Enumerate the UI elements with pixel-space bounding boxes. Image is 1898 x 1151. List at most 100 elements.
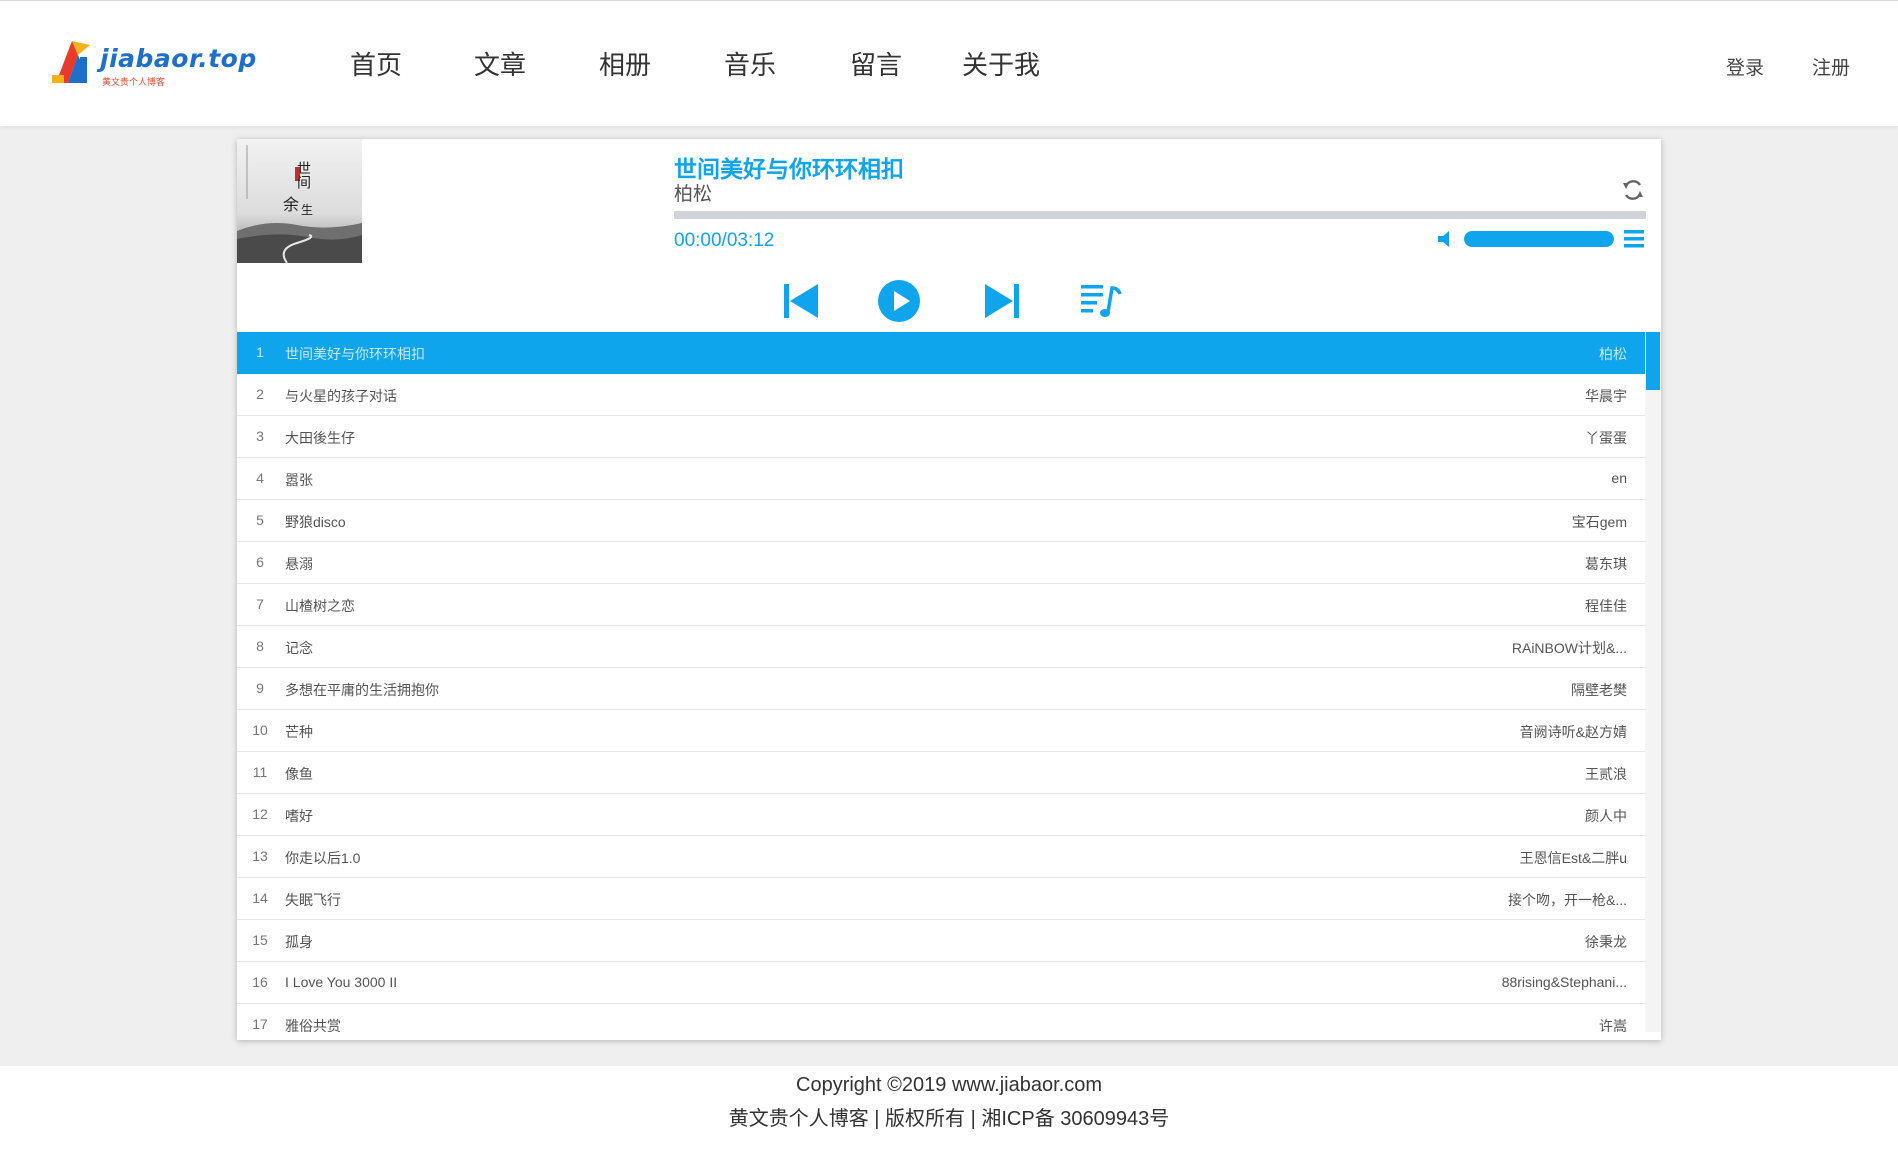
logo-text: jiabaor.top — [100, 44, 257, 73]
playlist-row[interactable]: 12 嗜好 颜人中 — [237, 794, 1645, 836]
track-name: 像鱼 — [285, 766, 313, 782]
track-index: 14 — [252, 890, 268, 906]
progress-bar[interactable] — [674, 211, 1646, 219]
track-index: 3 — [256, 428, 264, 444]
playlist-row[interactable]: 15 孤身 徐秉龙 — [237, 920, 1645, 962]
track-index: 12 — [252, 806, 268, 822]
track-artist: 宝石gem — [1571, 514, 1627, 530]
play-icon[interactable] — [877, 279, 921, 323]
track-index: 2 — [256, 386, 264, 402]
playlist: 1 世间美好与你环环相扣 柏松 2 与火星的孩子对话 华晨宇 3 大田後生仔 丫蛋蛋 4 嚣张 en 5… — [237, 332, 1645, 1032]
track-artist: 葛东琪 — [1585, 556, 1627, 572]
playlist-row[interactable]: 5 野狼disco 宝石gem — [237, 500, 1645, 542]
playlist-row[interactable]: 16 I Love You 3000 II 88rising&Stephani... — [237, 962, 1645, 1004]
playlist-row[interactable]: 11 像鱼 王贰浪 — [237, 752, 1645, 794]
playlist-row[interactable]: 8 记念 RAiNBOW计划&... — [237, 626, 1645, 668]
nav-item-guestbook[interactable]: 留言 — [850, 45, 902, 82]
track-artist: 丫蛋蛋 — [1585, 430, 1627, 446]
track-index: 1 — [256, 344, 264, 360]
track-name: 山楂树之恋 — [285, 598, 355, 614]
track-index: 6 — [256, 554, 264, 570]
track-index: 17 — [252, 1016, 268, 1032]
playlist-scroll-track[interactable] — [1645, 332, 1661, 1032]
track-index: 4 — [256, 470, 264, 486]
track-name: 芒种 — [285, 724, 313, 740]
nav-item-about[interactable]: 关于我 — [962, 45, 1040, 82]
time-display: 00:00/03:12 — [674, 230, 775, 251]
nav-item-articles[interactable]: 文章 — [474, 45, 526, 82]
track-name: 失眠飞行 — [285, 892, 341, 908]
track-index: 9 — [256, 680, 264, 696]
track-name: 嗜好 — [285, 808, 313, 824]
playlist-row[interactable]: 3 大田後生仔 丫蛋蛋 — [237, 416, 1645, 458]
list-menu-icon[interactable] — [1623, 228, 1645, 250]
playlist-row[interactable]: 4 嚣张 en — [237, 458, 1645, 500]
site-footer: Copyright ©2019 www.jiabaor.com 黄文贵个人博客 … — [0, 1066, 1898, 1151]
track-index: 16 — [252, 974, 268, 990]
track-index: 11 — [252, 764, 268, 780]
playlist-row[interactable]: 6 悬溺 葛东琪 — [237, 542, 1645, 584]
track-artist: 华晨宇 — [1585, 388, 1627, 404]
playlist-scroll-thumb[interactable] — [1646, 332, 1660, 390]
playlist-row[interactable]: 10 芒种 音阙诗听&赵方婧 — [237, 710, 1645, 752]
track-index: 13 — [252, 848, 268, 864]
track-artist: 许嵩 — [1599, 1018, 1627, 1032]
track-name: 多想在平庸的生活拥抱你 — [285, 682, 439, 698]
track-name: 孤身 — [285, 934, 313, 950]
track-index: 10 — [252, 722, 268, 738]
track-artist: 柏松 — [1599, 346, 1627, 362]
track-name: 嚣张 — [285, 472, 313, 488]
track-name: I Love You 3000 II — [285, 974, 398, 990]
nav-item-home[interactable]: 首页 — [350, 45, 402, 82]
volume-slider[interactable] — [1464, 231, 1614, 247]
footer-copyright: Copyright ©2019 www.jiabaor.com — [796, 1074, 1102, 1096]
album-cover-art — [237, 139, 362, 263]
cover-text-2: 余 — [283, 195, 300, 214]
playlist-row[interactable]: 14 失眠飞行 接个吻，开一枪&... — [237, 878, 1645, 920]
track-name: 大田後生仔 — [285, 430, 355, 446]
track-artist: 音阙诗听&赵方婧 — [1519, 724, 1627, 740]
nav-item-album[interactable]: 相册 — [599, 45, 651, 82]
music-player: 世间 余 生 世间美好与你环环相扣 柏松 00:00/03:12 1 世间美好与… — [237, 139, 1661, 1040]
previous-icon[interactable] — [782, 283, 822, 319]
track-artist: 徐秉龙 — [1585, 934, 1627, 950]
site-header: jiabaor.top 黄文贵个人博客 首页 文章 相册 音乐 留言 关于我 登… — [0, 0, 1898, 126]
track-artist: 王贰浪 — [1585, 766, 1627, 782]
track-artist: 接个吻，开一枪&... — [1507, 892, 1627, 908]
nav-item-music[interactable]: 音乐 — [724, 45, 776, 82]
playlist-row[interactable]: 17 雅俗共赏 许嵩 — [237, 1004, 1645, 1032]
track-artist: RAiNBOW计划&... — [1511, 640, 1627, 656]
logo-icon — [52, 41, 90, 83]
track-artist: 隔壁老樊 — [1571, 682, 1627, 698]
track-artist: en — [1611, 470, 1627, 486]
playlist-icon[interactable] — [1080, 282, 1124, 320]
site-logo[interactable]: jiabaor.top 黄文贵个人博客 — [50, 35, 256, 95]
track-name: 与火星的孩子对话 — [285, 388, 397, 404]
loop-icon[interactable] — [1620, 177, 1646, 203]
track-artist: 88rising&Stephani... — [1501, 974, 1627, 990]
cover-text-3: 生 — [301, 203, 314, 217]
track-artist: 颜人中 — [1585, 808, 1627, 824]
track-artist: 王恩信Est&二胖u — [1519, 850, 1627, 866]
logo-subtitle: 黄文贵个人博客 — [102, 77, 166, 87]
volume-icon[interactable] — [1436, 229, 1456, 249]
track-index: 8 — [256, 638, 264, 654]
volume-fill — [1464, 231, 1614, 247]
track-name: 记念 — [285, 640, 313, 656]
playlist-row[interactable]: 7 山楂树之恋 程佳佳 — [237, 584, 1645, 626]
track-name: 你走以后1.0 — [285, 850, 361, 866]
playlist-row[interactable]: 1 世间美好与你环环相扣 柏松 — [237, 332, 1645, 374]
track-index: 15 — [252, 932, 268, 948]
track-name: 野狼disco — [285, 514, 346, 530]
song-artist: 柏松 — [674, 184, 713, 205]
track-name: 悬溺 — [285, 556, 313, 572]
track-index: 7 — [256, 596, 264, 612]
track-name: 世间美好与你环环相扣 — [285, 346, 425, 362]
playlist-row[interactable]: 13 你走以后1.0 王恩信Est&二胖u — [237, 836, 1645, 878]
next-icon[interactable] — [981, 283, 1021, 319]
playlist-row[interactable]: 9 多想在平庸的生活拥抱你 隔壁老樊 — [237, 668, 1645, 710]
footer-info: 黄文贵个人博客 | 版权所有 | 湘ICP备 30609943号 — [728, 1108, 1170, 1130]
register-link[interactable]: 注册 — [1812, 53, 1850, 80]
login-link[interactable]: 登录 — [1726, 53, 1764, 80]
playlist-row[interactable]: 2 与火星的孩子对话 华晨宇 — [237, 374, 1645, 416]
